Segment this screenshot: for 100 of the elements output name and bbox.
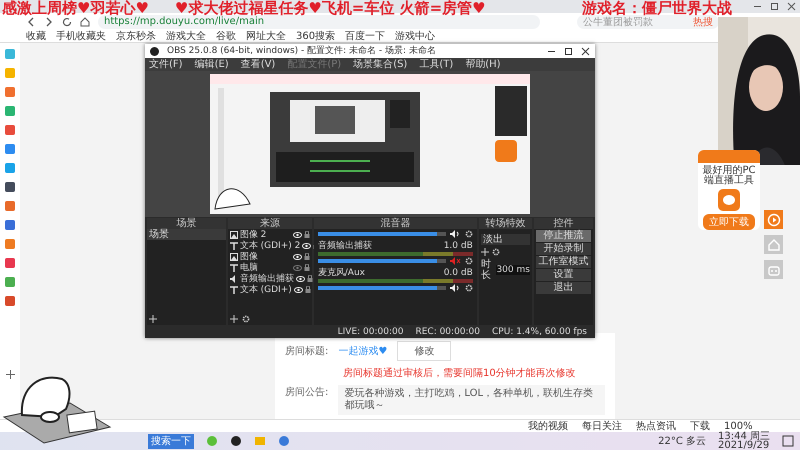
control-button[interactable]: 开始录制 — [536, 243, 592, 255]
search-button[interactable]: 搜索一下 — [148, 434, 194, 448]
lock-icon[interactable] — [304, 264, 310, 271]
menu-item[interactable]: 场景集合(S) — [353, 59, 408, 70]
rec-status: REC: 00:00:00 — [415, 327, 480, 337]
maximize-icon[interactable] — [770, 2, 779, 11]
lock-icon[interactable] — [306, 275, 313, 282]
close-icon[interactable] — [581, 46, 590, 56]
maximize-icon[interactable] — [564, 46, 573, 56]
volume-slider[interactable] — [318, 286, 446, 290]
source-item[interactable]: 音频输出捕获 — [240, 274, 294, 284]
volume-reading: 0.0 dB — [444, 268, 473, 278]
status-item[interactable]: 热点资讯 — [636, 420, 676, 432]
volume-slider[interactable] — [318, 259, 446, 263]
image-icon — [230, 252, 238, 260]
menu-item[interactable]: 帮助(H) — [465, 59, 501, 70]
add-icon[interactable] — [6, 370, 14, 379]
duration-label: 时长 — [480, 259, 492, 281]
speaker-icon — [230, 274, 238, 282]
text-icon — [230, 264, 238, 272]
obs-logo-icon — [150, 46, 159, 56]
control-button[interactable]: 工作室模式 — [536, 256, 592, 268]
lock-icon[interactable] — [304, 231, 310, 238]
dock-title: 控件 — [534, 218, 594, 229]
channel-name: 麦克风/Aux — [318, 268, 365, 278]
bookmark-link[interactable]: 游戏大全 — [166, 30, 206, 42]
source-item[interactable]: 图像 — [240, 252, 291, 262]
video-icon[interactable] — [764, 210, 783, 229]
room-title: 一起游戏♥ — [338, 344, 388, 358]
bookmark-link[interactable]: 京东秒杀 — [116, 30, 156, 42]
bookmark-link[interactable]: 网址大全 — [246, 30, 286, 42]
bookmark-link[interactable]: 百度一下 — [345, 30, 386, 42]
muted-speaker-icon[interactable] — [450, 257, 461, 265]
source-item[interactable]: 文本 (GDI+) 2 — [240, 240, 300, 250]
menu-item[interactable]: 查看(V) — [240, 59, 276, 70]
forward-icon[interactable] — [44, 16, 54, 26]
menu-item[interactable]: 工具(T) — [419, 59, 454, 70]
live-status: LIVE: 00:00:00 — [338, 327, 404, 337]
control-button[interactable]: 设置 — [536, 269, 592, 281]
status-item[interactable]: 每日关注 — [582, 420, 622, 432]
weather-text[interactable]: 22°C 多云 — [658, 436, 706, 446]
clock-date[interactable]: 2021/9/29 — [718, 441, 770, 450]
app-icon[interactable] — [230, 435, 242, 447]
dock-title: 来源 — [228, 218, 312, 229]
back-icon[interactable] — [26, 16, 36, 26]
address-bar[interactable]: https://mp.douyu.com/live/main — [98, 14, 540, 28]
speaker-icon[interactable] — [450, 230, 461, 238]
announcement-field[interactable]: 爱玩各种游戏，主打吃鸡，LOL，各种单机，联机生存类都玩哦～ — [338, 385, 605, 415]
settings-icon[interactable] — [242, 315, 250, 323]
bookmark-link[interactable]: 收藏 — [26, 30, 46, 42]
status-item[interactable]: 下载 — [690, 420, 710, 432]
image-icon — [230, 230, 238, 238]
notification-icon[interactable] — [782, 435, 794, 447]
dock-title: 转场特效 — [478, 218, 532, 229]
volume-reading: 1.0 dB — [444, 241, 473, 251]
volume-slider[interactable] — [318, 232, 446, 236]
close-icon[interactable] — [787, 2, 796, 11]
lock-icon[interactable] — [304, 286, 311, 293]
clock-time[interactable]: 13:44 周三 — [718, 432, 770, 441]
bookmark-link[interactable]: 游戏中心 — [395, 30, 436, 42]
field-label: 房间公告: — [285, 386, 328, 399]
banner-text: 感激上周榜♥羽若心♥ — [2, 0, 149, 17]
menu-item[interactable]: 文件(F) — [149, 59, 183, 70]
promo-caption: 最好用的PC端直播工具 — [701, 166, 756, 186]
home-icon[interactable] — [80, 16, 90, 26]
banner-text: ♥求大佬过福星任务♥飞机=车位 火箭=房管♥ — [174, 0, 486, 17]
status-item[interactable]: 我的视频 — [528, 420, 568, 432]
speaker-icon[interactable] — [450, 284, 461, 292]
source-item[interactable]: 图像 2 — [240, 230, 291, 240]
banner-text: 游戏名：僵尸世界大战 — [582, 0, 732, 17]
settings-icon[interactable] — [492, 248, 500, 256]
refresh-icon[interactable] — [62, 16, 72, 26]
settings-icon[interactable] — [464, 284, 473, 292]
duration-field[interactable]: 300 ms — [496, 265, 530, 275]
performance-status: CPU: 1.4%, 60.00 fps — [492, 327, 587, 337]
edit-button[interactable]: 修改 — [397, 341, 452, 361]
channel-name: 音频输出捕获 — [318, 241, 372, 251]
lock-icon[interactable] — [304, 253, 310, 260]
promo-header — [698, 150, 760, 163]
field-label: 房间标题: — [285, 344, 328, 358]
source-item[interactable]: 文本 (GDI+) — [240, 284, 292, 294]
transition-dropdown[interactable]: 淡出 — [480, 234, 530, 245]
settings-icon[interactable] — [464, 230, 473, 238]
bookmark-link[interactable]: 360搜索 — [296, 30, 336, 42]
control-button[interactable]: 停止推流 — [536, 230, 592, 242]
text-icon — [230, 286, 238, 294]
source-item[interactable]: 电脑 — [240, 262, 291, 272]
scene-item[interactable]: 场景 — [147, 229, 226, 240]
settings-icon[interactable] — [464, 257, 473, 265]
app-logo-icon — [718, 189, 740, 211]
notice-text: 房间标题通过审核后，需要间隔10分钟才能再次修改 — [342, 366, 577, 380]
dock-title: 场景 — [147, 218, 226, 229]
bookmark-link[interactable]: 谷歌 — [216, 30, 236, 42]
bookmark-link[interactable]: 手机收藏夹 — [56, 30, 106, 42]
dock-title: 混音器 — [314, 218, 477, 229]
control-button[interactable]: 退出 — [536, 282, 592, 294]
status-item[interactable]: 100% — [724, 420, 753, 432]
text-icon — [230, 242, 238, 250]
menu-item[interactable]: 编辑(E) — [194, 59, 229, 70]
window-title: OBS 25.0.8 (64-bit, windows) - 配置文件: 未命名 - 场景: 未命名 — [167, 46, 437, 56]
